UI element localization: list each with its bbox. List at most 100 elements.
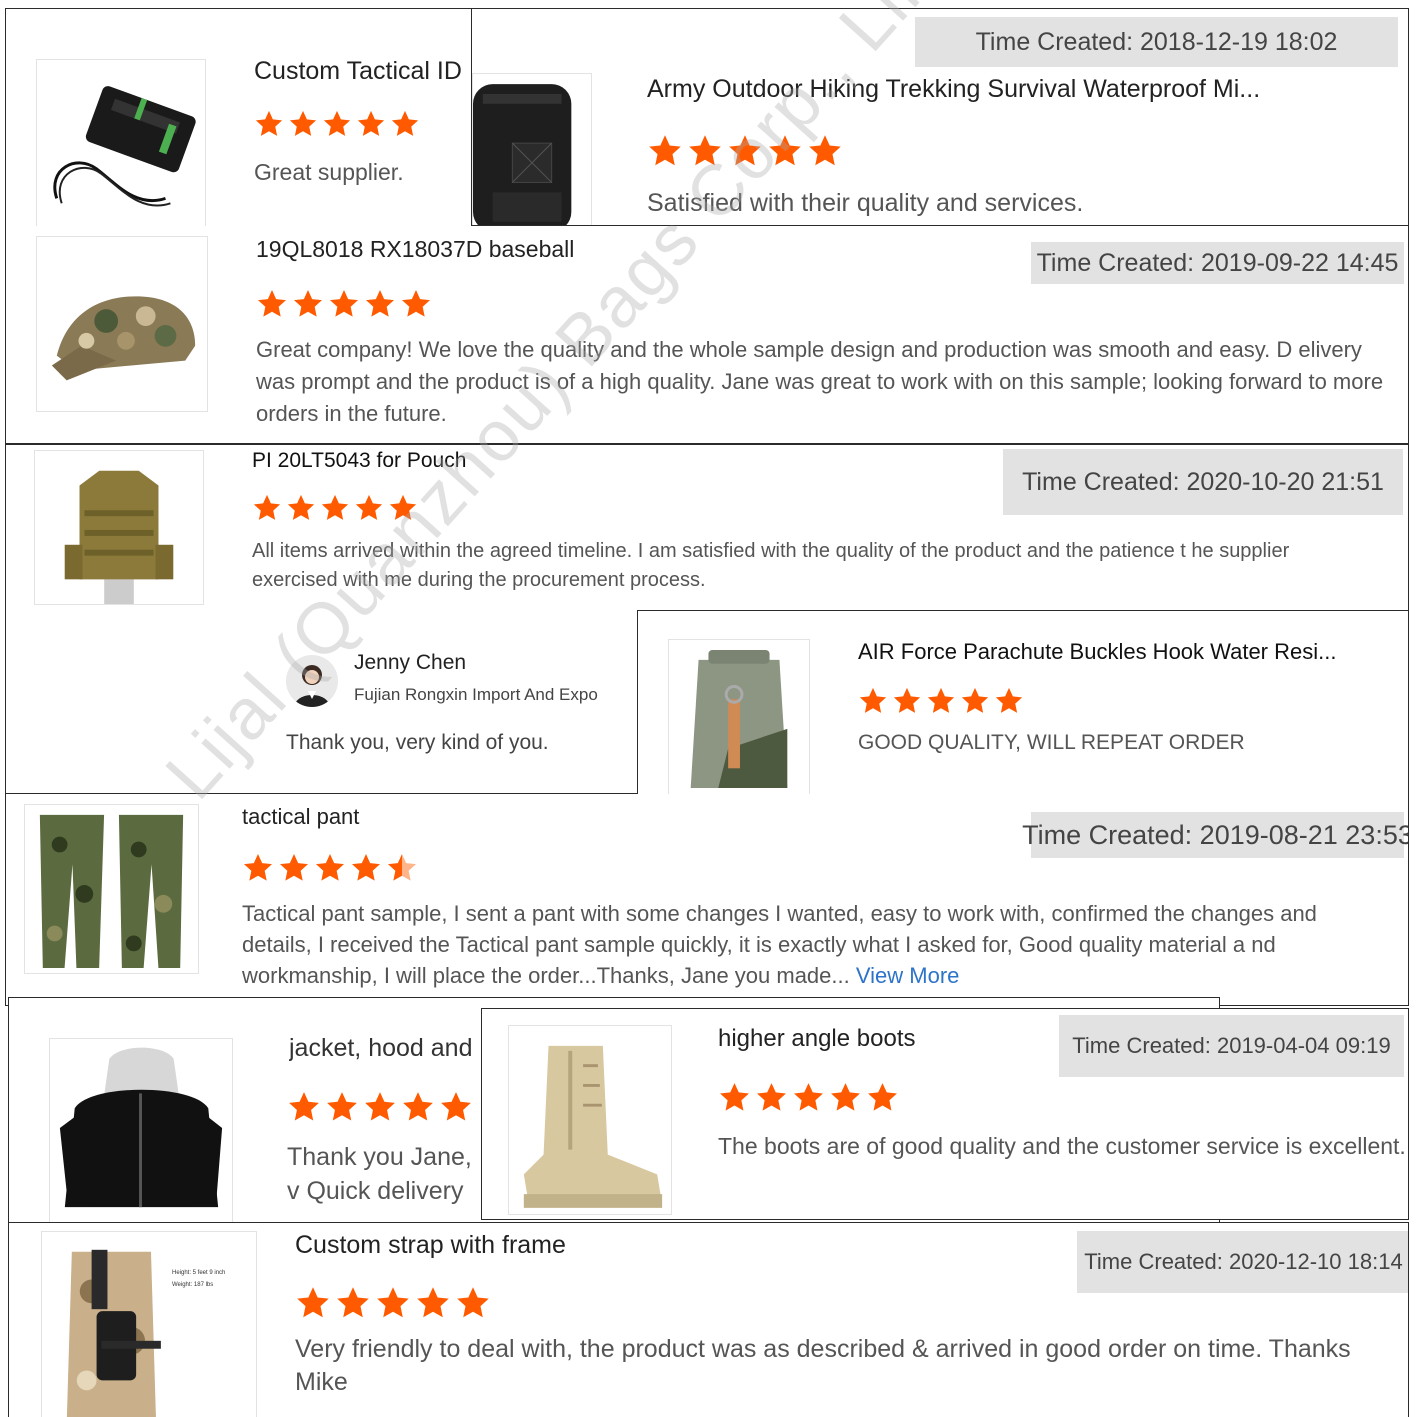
review-text: GOOD QUALITY, WILL REPEAT ORDER — [858, 731, 1245, 754]
star-icon — [755, 1081, 788, 1119]
star-icon — [314, 852, 346, 889]
product-thumbnail[interactable] — [508, 1025, 672, 1215]
time-created-badge: Time Created: 2019-04-04 09:19 — [1059, 1015, 1404, 1077]
star-icon — [926, 686, 956, 721]
camo-pants-image — [39, 814, 184, 969]
review-card-baseball-cap: 19QL8018 RX18037D baseball Time Created:… — [5, 226, 1409, 444]
reply-name: Jenny Chen — [354, 651, 467, 674]
star-rating — [254, 109, 424, 144]
reply-company: Fujian Rongxin Import And Expo — [354, 685, 598, 704]
view-more-link[interactable]: View More — [856, 963, 960, 988]
star-icon — [254, 109, 284, 144]
backpack-image — [473, 84, 572, 225]
star-icon — [322, 109, 352, 144]
star-rating — [242, 852, 422, 889]
star-icon — [325, 1090, 359, 1129]
review-text: Satisfied with their quality and service… — [647, 189, 1084, 217]
star-icon — [328, 288, 360, 325]
review-text: Great supplier. — [254, 159, 404, 185]
model-weight-label: Weight: 187 lbs — [172, 1282, 214, 1288]
review-card-boots: higher angle boots Time Created: 2019-04… — [481, 1008, 1409, 1220]
product-thumbnail[interactable]: Height: 5 feet 9 inch Weight: 187 lbs — [41, 1231, 257, 1417]
star-icon — [295, 1285, 331, 1326]
star-icon — [960, 686, 990, 721]
time-created-badge: Time Created: 2019-09-22 14:45 — [1031, 242, 1404, 284]
product-thumbnail[interactable] — [668, 639, 810, 799]
review-card-army-outdoor: Time Created: 2018-12-19 18:02 Army Outd… — [471, 8, 1409, 226]
avatar — [286, 655, 338, 707]
star-icon — [287, 1090, 321, 1129]
star-icon — [792, 1081, 825, 1119]
star-icon — [455, 1285, 491, 1326]
star-icon — [354, 493, 384, 528]
star-icon — [727, 133, 763, 174]
model-height-label: Height: 5 feet 9 inch — [172, 1270, 226, 1276]
star-icon — [687, 133, 723, 174]
star-rating — [252, 493, 422, 528]
desert-boot-image — [523, 1045, 663, 1208]
star-icon — [242, 852, 274, 889]
star-icon — [350, 852, 382, 889]
star-icon — [858, 686, 888, 721]
star-icon — [866, 1081, 899, 1119]
time-created-badge: Time Created: 2020-10-20 21:51 — [1003, 449, 1403, 515]
star-icon — [292, 288, 324, 325]
product-title[interactable]: jacket, hood and l — [289, 1034, 484, 1063]
product-title[interactable]: higher angle boots — [718, 1025, 1018, 1053]
star-icon — [286, 493, 316, 528]
review-text: Very friendly to deal with, the product … — [295, 1335, 1351, 1396]
product-thumbnail[interactable] — [34, 450, 204, 605]
product-title[interactable]: Army Outdoor Hiking Trekking Survival Wa… — [647, 75, 1367, 104]
product-title[interactable]: Custom strap with frame — [295, 1231, 795, 1260]
review-text: The boots are of good quality and the cu… — [718, 1133, 1406, 1159]
camo-cap-image — [51, 296, 196, 381]
product-title[interactable]: AIR Force Parachute Buckles Hook Water R… — [858, 639, 1403, 665]
time-created-badge: Time Created: 2019-08-21 23:53 — [1022, 812, 1408, 858]
star-icon — [256, 288, 288, 325]
star-rating — [256, 288, 436, 325]
review-text: Tactical pant sample, I sent a pant with… — [242, 898, 1372, 991]
star-icon — [439, 1090, 473, 1129]
star-rating — [295, 1285, 495, 1326]
product-title[interactable]: PI 20LT5043 for Pouch — [252, 449, 852, 473]
star-icon — [388, 493, 418, 528]
star-icon — [335, 1285, 371, 1326]
star-icon — [252, 493, 282, 528]
star-icon — [415, 1285, 451, 1326]
star-rating — [647, 133, 847, 174]
review-card-tactical-pant: tactical pant Time Created: 2019-08-21 2… — [5, 794, 1409, 1006]
product-thumbnail[interactable] — [472, 73, 592, 225]
review-body: Tactical pant sample, I sent a pant with… — [242, 901, 1317, 988]
star-icon — [807, 133, 843, 174]
star-icon — [994, 686, 1024, 721]
product-thumbnail[interactable] — [36, 236, 208, 412]
star-icon — [892, 686, 922, 721]
review-text: Great company! We love the quality and t… — [256, 337, 1384, 426]
supplier-reply: Jenny Chen Fujian Rongxin Import And Exp… — [286, 645, 646, 775]
product-thumbnail[interactable] — [24, 804, 199, 974]
product-thumbnail[interactable] — [49, 1038, 233, 1223]
star-icon — [288, 109, 318, 144]
product-title[interactable]: tactical pant — [242, 804, 742, 830]
star-icon — [718, 1081, 751, 1119]
time-created-badge: Time Created: 2018-12-19 18:02 — [915, 17, 1398, 67]
review-text: All items arrived within the agreed time… — [252, 540, 1290, 591]
product-thumbnail[interactable] — [36, 59, 206, 231]
plate-carrier-image — [64, 470, 174, 604]
star-rating — [287, 1090, 477, 1129]
star-icon — [401, 1090, 435, 1129]
parachute-bag-image — [690, 649, 788, 789]
star-icon — [386, 852, 418, 889]
star-rating — [718, 1081, 903, 1119]
star-icon — [829, 1081, 862, 1119]
star-icon — [400, 288, 432, 325]
leg-holster-image — [66, 1249, 161, 1417]
review-card-strap: Height: 5 feet 9 inch Weight: 187 lbs Cu… — [8, 1222, 1409, 1417]
star-icon — [767, 133, 803, 174]
star-icon — [320, 493, 350, 528]
product-title[interactable]: Custom Tactical ID — [254, 57, 474, 86]
time-created-badge: Time Created: 2020-12-10 18:14 — [1077, 1231, 1408, 1293]
star-icon — [356, 109, 386, 144]
id-holder-image — [53, 86, 196, 207]
product-title[interactable]: 19QL8018 RX18037D baseball — [256, 236, 756, 263]
